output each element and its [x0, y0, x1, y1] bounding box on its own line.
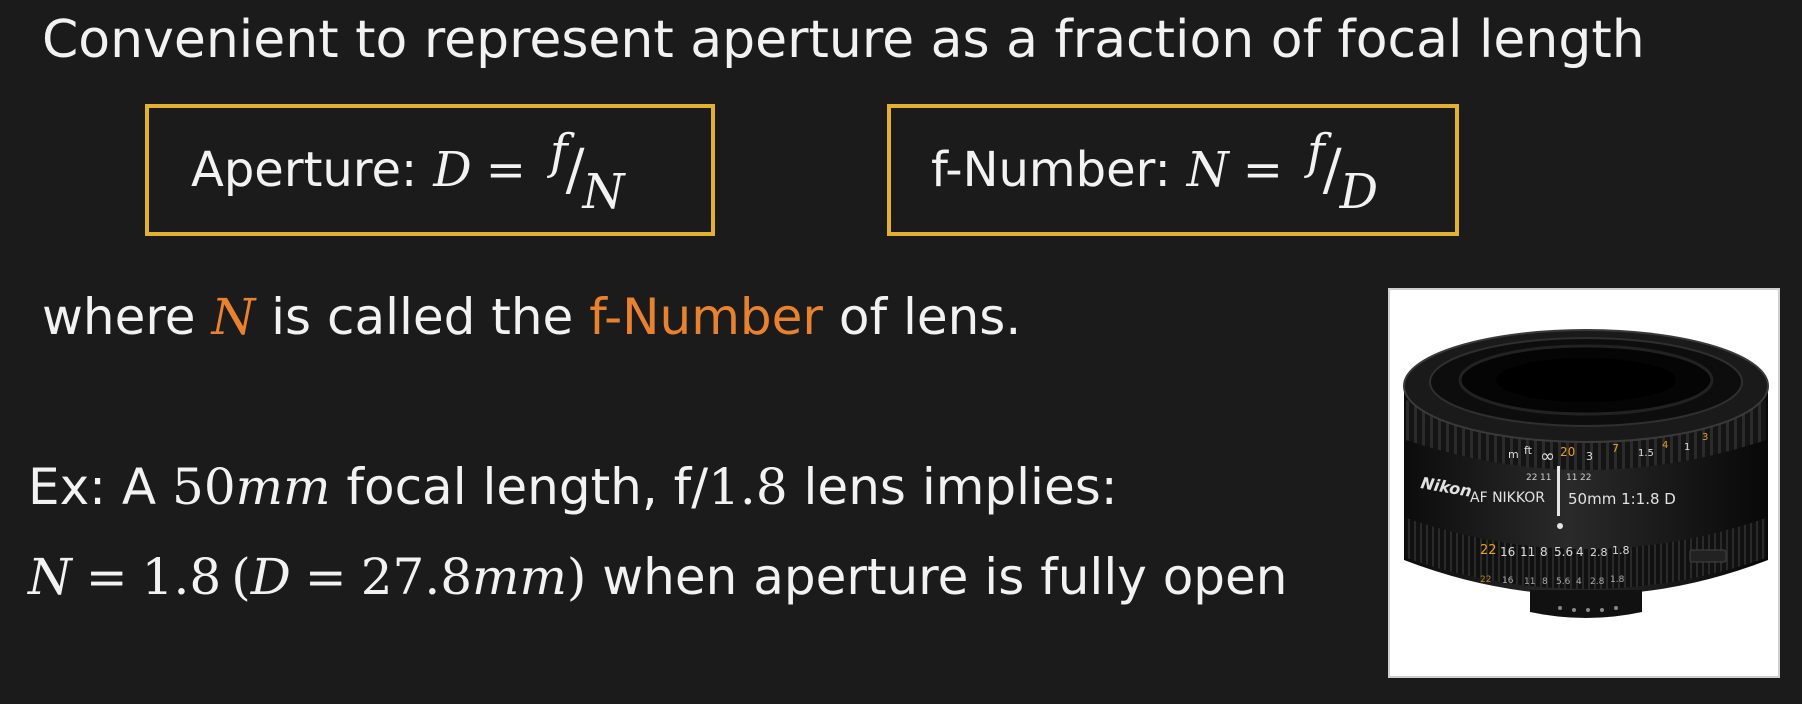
ex2-open-paren: (	[231, 548, 251, 606]
ex2-post: when aperture is fully open	[586, 548, 1288, 606]
aperture-4: 4	[1576, 545, 1584, 559]
ex2-eq2: =	[304, 548, 347, 606]
aperture-fraction: f / N	[550, 124, 625, 220]
distance-scale-20: 20	[1560, 445, 1575, 459]
fnumber-formula-box: f-Number: N = f / D	[887, 104, 1459, 236]
distance-scale-ft: ft	[1524, 444, 1533, 457]
fnumber-lhs: N	[1186, 142, 1229, 198]
aperture-formula-box: Aperture: D = f / N	[145, 104, 715, 236]
distance-scale-3b: 3	[1702, 432, 1708, 443]
aperture-rear-11: 11	[1524, 577, 1535, 587]
example-line-1: Ex: A 50mm focal length, f/1.8 lens impl…	[28, 458, 1118, 516]
aperture-11: 11	[1520, 545, 1535, 559]
definition-pre: where	[42, 288, 212, 346]
fnumber-fraction: f / D	[1307, 124, 1378, 220]
definition-var: N	[211, 288, 256, 346]
ex2-n: N	[28, 548, 72, 606]
aperture-rear-16: 16	[1502, 576, 1514, 586]
fnumber-equals: =	[1242, 142, 1283, 198]
aperture-22: 22	[1480, 543, 1497, 558]
ex1-pre: Ex: A	[28, 458, 173, 516]
aperture-equals: =	[485, 142, 526, 198]
distance-scale-1-5: 1.5	[1638, 448, 1654, 459]
aperture-16: 16	[1500, 545, 1515, 559]
aperture-scale: 22 16 11 8 5.6 4 2.8 1.8	[1480, 543, 1630, 559]
lens-spec: 50mm 1:1.8 D	[1568, 490, 1676, 508]
aperture-numerator: f	[549, 124, 568, 180]
ex2-eq: =	[85, 548, 128, 606]
distance-scale-4: 4	[1662, 440, 1668, 451]
aperture-label: Aperture:	[191, 142, 418, 198]
aperture-5-6: 5.6	[1554, 545, 1573, 559]
fnumber-numerator: f	[1306, 124, 1325, 180]
aperture-rear-2-8: 2.8	[1590, 577, 1605, 587]
example-line-2: N = 1.8 (D = 27.8mm) when aperture is fully o…	[28, 548, 1287, 606]
fnumber-definition: where N is called the f-Number of lens.	[42, 288, 1021, 346]
ex1-post: lens implies:	[787, 458, 1118, 516]
ex2-dval: 27.8	[360, 548, 473, 606]
ex2-val: 1.8	[141, 548, 222, 606]
aperture-rear-22: 22	[1480, 575, 1491, 585]
ex1-value: 50	[172, 458, 236, 516]
aperture-8: 8	[1540, 545, 1548, 559]
dof-11-left: 11	[1540, 473, 1551, 483]
aperture-denominator: N	[582, 164, 625, 220]
ex2-unit: mm	[472, 548, 567, 606]
ex1-unit: mm	[235, 458, 331, 516]
aperture-2-8: 2.8	[1590, 546, 1608, 559]
lens-photo: m ft ∞ 20 3 7 1.5 4 1 3 22 11 11 22 Niko…	[1388, 288, 1780, 678]
aperture-rear-1-8: 1.8	[1610, 575, 1625, 585]
ex1-fnum: 1.8	[708, 458, 788, 516]
distance-scale-3: 3	[1586, 450, 1593, 463]
ex1-mid: focal length, f/	[330, 458, 709, 516]
aperture-rear-8: 8	[1542, 577, 1548, 587]
aperture-rear-4: 4	[1576, 577, 1582, 587]
distance-scale-7: 7	[1612, 442, 1619, 455]
ex2-d: D	[250, 548, 291, 606]
definition-post: of lens.	[822, 288, 1022, 346]
ex2-close-paren: )	[566, 548, 587, 606]
dof-22-left: 22	[1526, 473, 1537, 483]
dof-22-right: 22	[1580, 473, 1591, 483]
definition-mid: is called the	[255, 288, 590, 346]
fnumber-denominator: D	[1339, 164, 1379, 220]
lens-illustration: m ft ∞ 20 3 7 1.5 4 1 3 22 11 11 22 Niko…	[1403, 329, 1769, 618]
lens-model: AF NIKKOR	[1470, 490, 1545, 506]
distance-scale-inf: ∞	[1540, 446, 1555, 467]
aperture-1-8: 1.8	[1612, 544, 1630, 557]
definition-term: f-Number	[589, 288, 823, 346]
aperture-rear-5-6: 5.6	[1556, 577, 1571, 587]
fnumber-label: f-Number:	[931, 142, 1171, 198]
dof-11-right: 11	[1566, 473, 1577, 483]
aperture-lhs: D	[433, 142, 472, 198]
distance-scale-m: m	[1508, 448, 1519, 461]
slide-title: Convenient to represent aperture as a fr…	[42, 10, 1645, 70]
distance-scale-1: 1	[1684, 442, 1690, 453]
